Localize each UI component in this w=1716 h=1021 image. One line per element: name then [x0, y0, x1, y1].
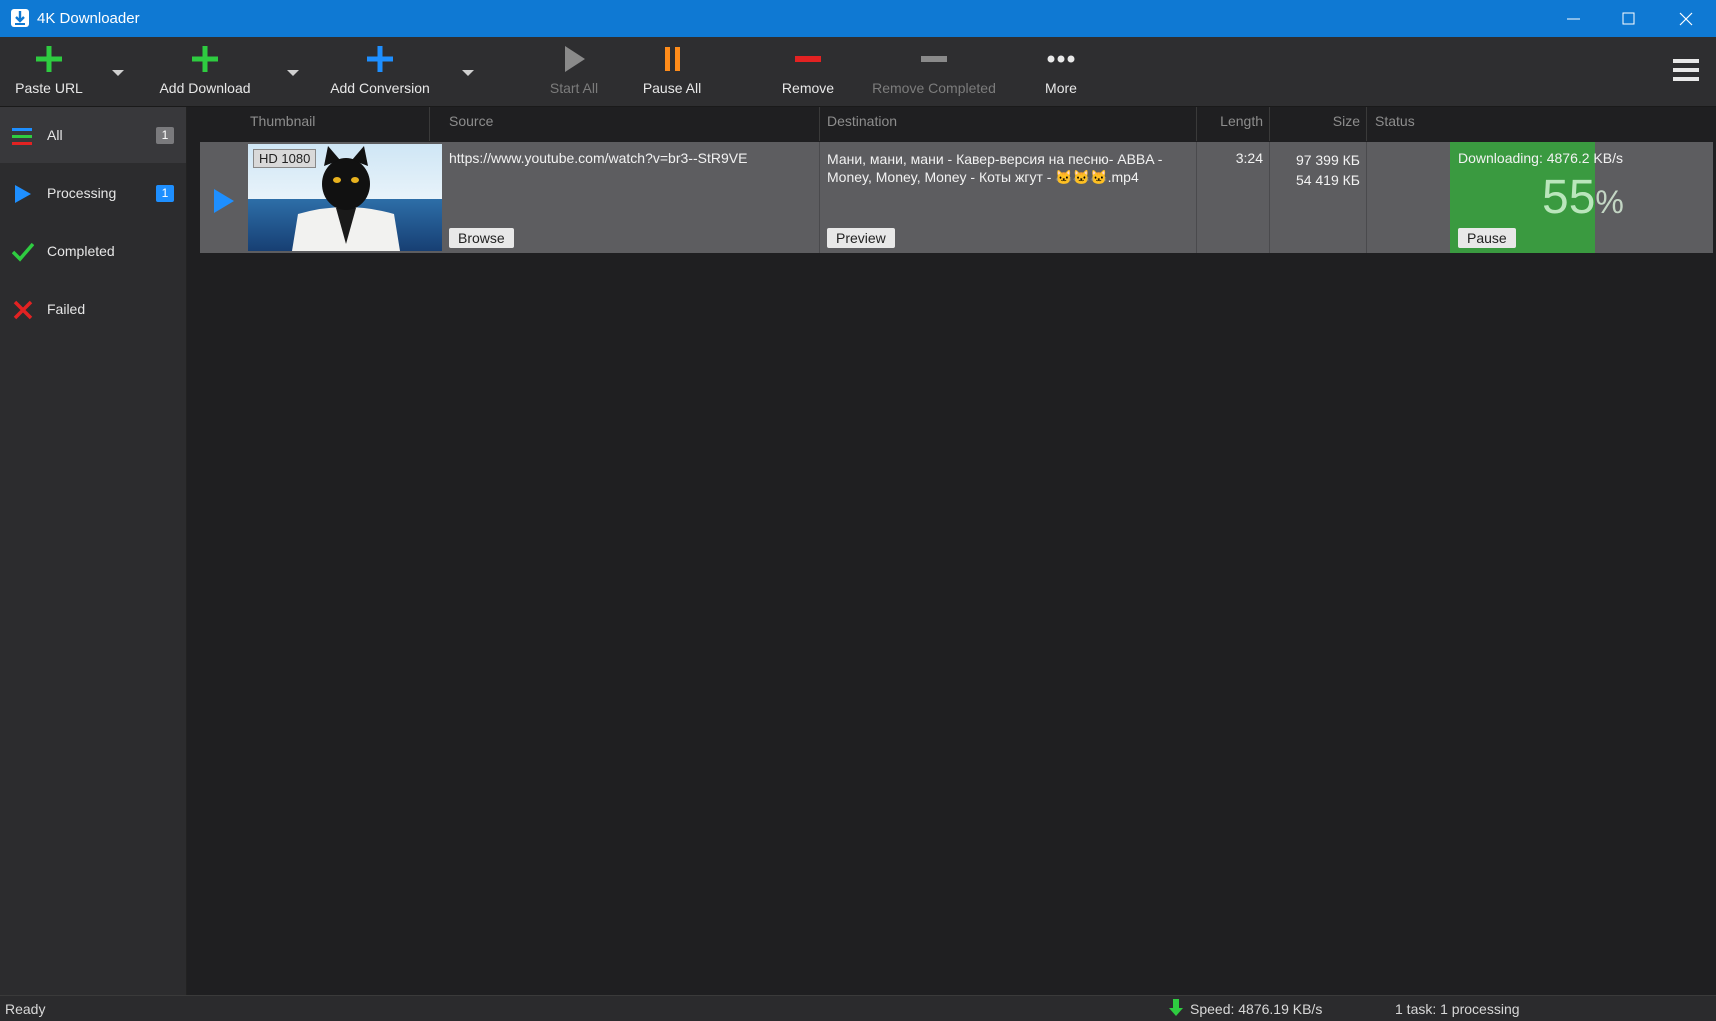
- play-row-icon[interactable]: [212, 188, 236, 214]
- size-cell: 97 399 КБ 54 419 КБ: [1270, 142, 1367, 253]
- download-list: Thumbnail Source Destination Length Size…: [187, 107, 1716, 995]
- progress-percent-number: 55: [1542, 171, 1596, 224]
- sidebar-item-label: Failed: [47, 301, 86, 317]
- add-conversion-icon: [367, 46, 393, 72]
- task-summary: 1 task: 1 processing: [1395, 1001, 1520, 1017]
- sidebar-item-processing[interactable]: Processing 1: [0, 165, 186, 221]
- add-download-label: Add Download: [159, 80, 251, 96]
- count-badge: 1: [156, 127, 174, 144]
- destination-filename: Мани, мани, мани - Кавер-версия на песню…: [827, 151, 1163, 185]
- pause-all-label: Pause All: [642, 80, 702, 96]
- start-all-label: Start All: [549, 80, 599, 96]
- size-values: 97 399 КБ 54 419 КБ: [1296, 150, 1360, 190]
- status-cell: Downloading: 4876.2 KB/s 55% Pause: [1450, 142, 1713, 253]
- close-icon: [1679, 12, 1693, 26]
- toolbar: Paste URL Add Download Add Conversion St…: [0, 37, 1716, 107]
- column-header-status[interactable]: Status: [1367, 107, 1707, 141]
- column-header-thumbnail[interactable]: Thumbnail: [244, 107, 430, 141]
- size-downloaded: 54 419 КБ: [1295, 172, 1360, 188]
- download-arrow-icon: [1169, 999, 1183, 1016]
- check-icon: [12, 242, 34, 262]
- download-speed: Speed: 4876.19 KB/s: [1190, 1001, 1323, 1017]
- add-conversion-dropdown-icon[interactable]: [460, 67, 476, 79]
- destination-cell: Мани, мани, мани - Кавер-версия на песню…: [820, 142, 1197, 253]
- pause-icon: [665, 47, 680, 71]
- remove-completed-button[interactable]: Remove Completed: [864, 37, 1004, 106]
- count-badge: 1: [156, 185, 174, 202]
- minimize-icon: [1567, 18, 1580, 20]
- add-download-icon: [192, 46, 218, 72]
- column-header-source[interactable]: Source: [443, 107, 820, 141]
- pause-all-button[interactable]: Pause All: [634, 37, 710, 106]
- add-download-dropdown-icon[interactable]: [285, 67, 301, 79]
- paste-url-label: Paste URL: [15, 80, 83, 96]
- preview-button[interactable]: Preview: [827, 228, 895, 248]
- paste-url-icon: [36, 46, 62, 72]
- browse-button[interactable]: Browse: [449, 228, 514, 248]
- add-download-button[interactable]: Add Download: [150, 37, 260, 106]
- maximize-icon: [1622, 12, 1635, 25]
- size-total: 97 399 КБ: [1295, 152, 1360, 168]
- download-status: Downloading: 4876.2 KB/s: [1458, 150, 1623, 166]
- play-icon: [15, 185, 31, 203]
- paste-url-button[interactable]: Paste URL: [8, 37, 90, 106]
- window-title: 4K Downloader: [37, 10, 140, 27]
- progress-percent-sign: %: [1595, 184, 1624, 220]
- quality-badge: HD 1080: [253, 149, 317, 168]
- status-ready: Ready: [5, 1001, 46, 1017]
- video-thumbnail: HD 1080: [248, 144, 442, 251]
- sidebar-item-label: Completed: [47, 243, 115, 259]
- remove-button[interactable]: Remove: [772, 37, 844, 106]
- minus-gray-icon: [921, 56, 947, 62]
- remove-label: Remove: [781, 80, 835, 96]
- paste-url-dropdown-icon[interactable]: [110, 67, 126, 79]
- sidebar-item-label: All: [47, 127, 63, 143]
- sidebar-item-failed[interactable]: Failed: [0, 281, 186, 337]
- app-logo-icon: [11, 9, 29, 27]
- sidebar-item-label: Processing: [47, 185, 117, 201]
- add-conversion-label: Add Conversion: [330, 80, 430, 96]
- dots-icon: [1047, 55, 1075, 63]
- column-header-size[interactable]: Size: [1270, 107, 1367, 141]
- column-header-destination[interactable]: Destination: [820, 107, 1197, 141]
- source-cell: https://www.youtube.com/watch?v=br3--StR…: [443, 142, 820, 253]
- minus-red-icon: [795, 56, 821, 62]
- close-button[interactable]: [1658, 0, 1714, 37]
- start-all-button[interactable]: Start All: [540, 37, 608, 106]
- pause-button[interactable]: Pause: [1458, 228, 1516, 248]
- hamburger-menu-icon[interactable]: [1672, 55, 1700, 85]
- play-icon: [565, 46, 585, 72]
- length-cell: 3:24: [1197, 142, 1270, 253]
- x-icon: [13, 300, 33, 320]
- more-label: More: [1045, 80, 1077, 96]
- progress-percent: 55%: [1542, 170, 1624, 225]
- remove-completed-label: Remove Completed: [872, 80, 996, 96]
- sidebar: All 1 Processing 1 Completed Failed: [0, 107, 187, 995]
- sidebar-item-completed[interactable]: Completed: [0, 223, 186, 279]
- more-button[interactable]: More: [1031, 37, 1091, 106]
- title-bar: 4K Downloader: [0, 0, 1716, 37]
- add-conversion-button[interactable]: Add Conversion: [324, 37, 436, 106]
- status-bar: Ready Speed: 4876.19 KB/s 1 task: 1 proc…: [0, 995, 1716, 1021]
- source-url[interactable]: https://www.youtube.com/watch?v=br3--StR…: [449, 150, 747, 166]
- sidebar-item-all[interactable]: All 1: [0, 107, 186, 163]
- thumbnail-cell: HD 1080: [200, 142, 443, 253]
- video-length: 3:24: [1235, 150, 1263, 166]
- list-icon: [12, 128, 32, 145]
- maximize-button[interactable]: [1601, 0, 1657, 37]
- column-header-length[interactable]: Length: [1197, 107, 1270, 141]
- download-row[interactable]: HD 1080 https://www.youtube.com/watch?v=…: [200, 142, 1713, 253]
- minimize-button[interactable]: [1546, 0, 1602, 37]
